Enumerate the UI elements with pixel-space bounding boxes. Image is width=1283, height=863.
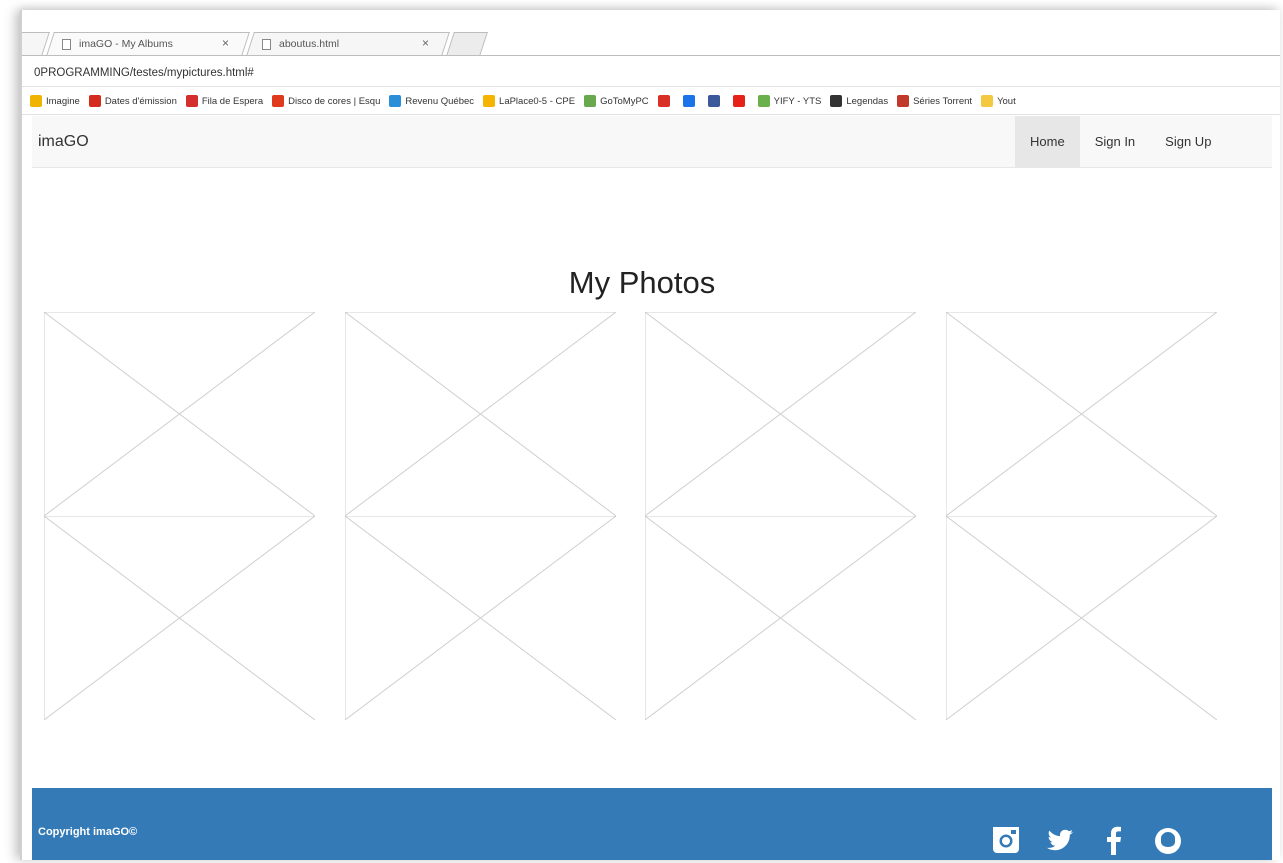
yify-icon bbox=[757, 95, 770, 107]
bookmarks-bar: Imagine Dates d'émission Fila de Espera Dis… bbox=[30, 90, 1280, 112]
bookmark-label: Legendas bbox=[846, 95, 889, 107]
twitter-icon[interactable] bbox=[1044, 824, 1076, 856]
tab-label: imaGO - My Albums bbox=[79, 38, 173, 50]
popcorn-icon bbox=[897, 95, 910, 107]
opensubtitles-icon bbox=[830, 95, 843, 107]
bookmark-item[interactable] bbox=[682, 95, 699, 107]
bookmark-label: Disco de cores | Esqu bbox=[288, 95, 381, 107]
photo-placeholder[interactable] bbox=[946, 516, 1217, 720]
photo-placeholder[interactable] bbox=[345, 516, 616, 720]
address-bar[interactable]: 0PROGRAMMING/testes/mypictures.html# bbox=[22, 62, 1280, 84]
bookmark-item[interactable]: Imagine bbox=[30, 95, 80, 107]
bookmark-label: Dates d'émission bbox=[104, 95, 177, 107]
photo-placeholder[interactable] bbox=[946, 312, 1217, 516]
brand-logo[interactable]: imaGO bbox=[38, 116, 89, 168]
social-links bbox=[990, 824, 1184, 856]
bookmark-item[interactable]: Yout bbox=[981, 95, 1016, 107]
bookmark-item[interactable]: Disco de cores | Esqu bbox=[272, 95, 380, 107]
copyright-text: Copyright imaGO© bbox=[38, 826, 138, 838]
new-tab-button[interactable] bbox=[446, 32, 488, 56]
bookmark-item[interactable] bbox=[657, 95, 674, 107]
tab-previous[interactable] bbox=[22, 32, 50, 56]
bookmark-label: Yout bbox=[997, 95, 1016, 107]
bookmark-item[interactable]: Dates d'émission bbox=[88, 95, 177, 107]
adobe-icon bbox=[272, 95, 285, 107]
photo-placeholder[interactable] bbox=[44, 312, 315, 516]
close-icon[interactable]: × bbox=[422, 36, 429, 50]
bookmark-label: Fila de Espera bbox=[201, 95, 264, 107]
nav-home[interactable]: Home bbox=[1015, 116, 1080, 168]
gmail-icon bbox=[657, 95, 670, 107]
facebook-icon bbox=[707, 95, 720, 107]
photo-placeholder[interactable] bbox=[645, 312, 916, 516]
maple-leaf-icon bbox=[88, 95, 101, 107]
nav-sign-in[interactable]: Sign In bbox=[1080, 116, 1150, 168]
nav-sign-up[interactable]: Sign Up bbox=[1150, 116, 1226, 168]
bookmark-item[interactable]: Séries Torrent bbox=[897, 95, 972, 107]
bookmark-label: GoToMyPC bbox=[600, 95, 649, 107]
bookmark-item[interactable]: LaPlace0-5 - CPE bbox=[483, 95, 575, 107]
page-title: My Photos bbox=[568, 265, 716, 300]
folder-icon bbox=[981, 95, 994, 107]
bookmark-flag-icon bbox=[30, 95, 42, 107]
close-icon[interactable]: × bbox=[222, 36, 229, 50]
photo-placeholder[interactable] bbox=[345, 312, 616, 516]
nav-links: Home Sign In Sign Up bbox=[1015, 116, 1226, 168]
tab-label: aboutus.html bbox=[279, 38, 340, 50]
pin-icon bbox=[185, 95, 198, 107]
bookmark-item[interactable]: Fila de Espera bbox=[185, 95, 264, 107]
rq-icon bbox=[389, 95, 402, 107]
gotomypc-icon bbox=[584, 95, 597, 107]
bookmark-item[interactable]: YIFY - YTS bbox=[757, 95, 822, 107]
bookmark-label: Revenu Québec bbox=[405, 95, 475, 107]
photo-placeholder[interactable] bbox=[44, 516, 315, 720]
page-icon bbox=[62, 38, 71, 50]
bookmark-label: Imagine bbox=[46, 95, 80, 107]
bookmark-label: YIFY - YTS bbox=[773, 95, 822, 107]
github-icon[interactable] bbox=[1152, 824, 1184, 856]
bookmark-item[interactable] bbox=[732, 95, 749, 107]
bookmark-item[interactable] bbox=[707, 95, 724, 107]
tab-strip: imaGO - My Albums × aboutus.html × bbox=[22, 10, 1280, 58]
bookmark-item[interactable]: Legendas bbox=[830, 95, 888, 107]
bookmark-label: LaPlace0-5 - CPE bbox=[499, 95, 576, 107]
sun-icon bbox=[483, 95, 496, 107]
bookmark-item[interactable]: Revenu Québec bbox=[389, 95, 474, 107]
photo-placeholder[interactable] bbox=[645, 516, 916, 720]
address-text: 0PROGRAMMING/testes/mypictures.html# bbox=[34, 67, 254, 79]
youtube-icon bbox=[732, 95, 745, 107]
site-navbar: imaGO Home Sign In Sign Up bbox=[32, 116, 1272, 168]
bookmark-item[interactable]: GoToMyPC bbox=[584, 95, 649, 107]
page-icon bbox=[262, 38, 271, 50]
browser-window: imaGO - My Albums × aboutus.html × 0PROG… bbox=[20, 10, 1280, 860]
bookmark-label: Séries Torrent bbox=[913, 95, 973, 107]
drive-icon bbox=[682, 95, 695, 107]
facebook-icon[interactable] bbox=[1098, 824, 1130, 856]
instagram-icon[interactable] bbox=[990, 824, 1022, 856]
site-footer: Copyright imaGO© bbox=[32, 788, 1272, 860]
